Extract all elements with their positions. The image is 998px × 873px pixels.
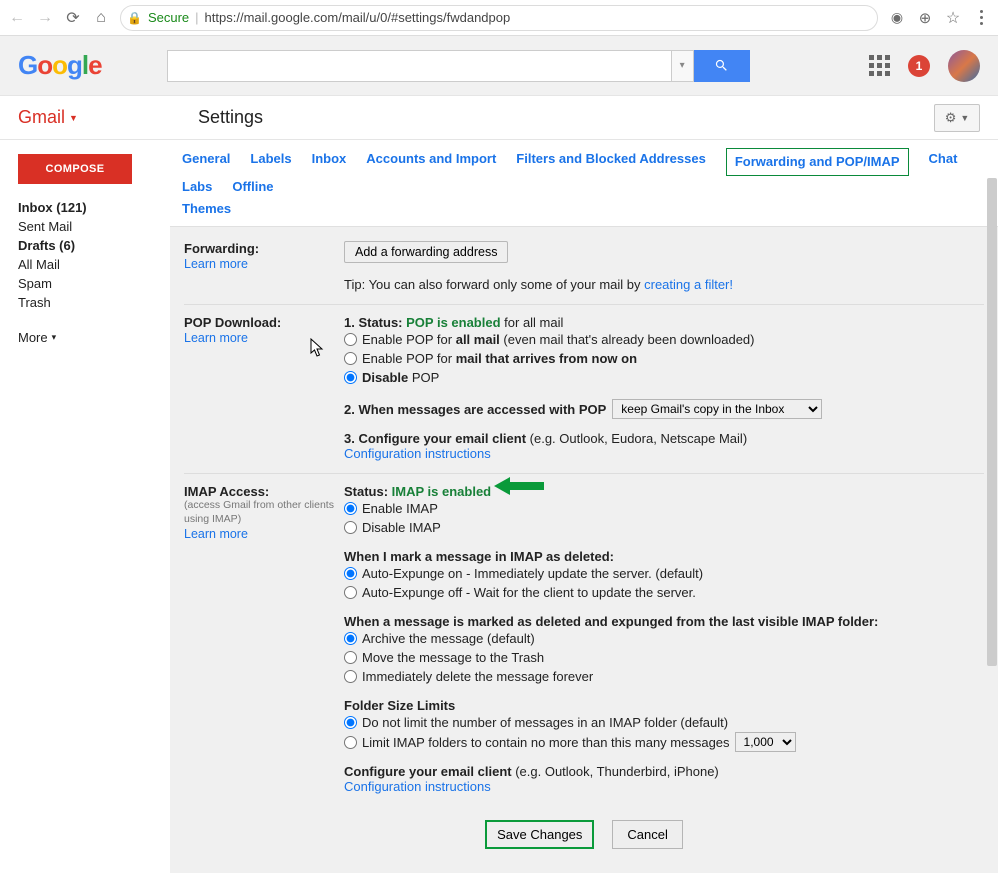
- sidebar: COMPOSE Inbox (121) Sent Mail Drafts (6)…: [0, 140, 170, 873]
- imap-delete-title: When I mark a message in IMAP as deleted…: [344, 549, 984, 564]
- sidebar-item-sent[interactable]: Sent Mail: [18, 219, 160, 234]
- tab-forwarding-pop-imap[interactable]: Forwarding and POP/IMAP: [726, 148, 909, 176]
- zoom-icon[interactable]: ⊕: [916, 9, 934, 27]
- tab-accounts[interactable]: Accounts and Import: [366, 148, 496, 176]
- gear-button[interactable]: ⚙ ▼: [934, 104, 980, 132]
- eye-icon[interactable]: ◉: [888, 9, 906, 27]
- notifications-badge[interactable]: 1: [908, 55, 930, 77]
- tab-themes[interactable]: Themes: [182, 198, 231, 220]
- sidebar-item-spam[interactable]: Spam: [18, 276, 160, 291]
- tab-chat[interactable]: Chat: [929, 148, 958, 176]
- folder-limit-select[interactable]: 1,000: [735, 732, 796, 752]
- pop-label: POP Download:: [184, 315, 344, 330]
- pop-config-link[interactable]: Configuration instructions: [344, 446, 491, 461]
- section-pop: POP Download: Learn more 1. Status: POP …: [184, 304, 984, 467]
- section-imap: IMAP Access: (access Gmail from other cl…: [184, 473, 984, 800]
- imap-hint: (access Gmail from other clients using I…: [184, 499, 344, 526]
- pop-access-select[interactable]: keep Gmail's copy in the Inbox: [612, 399, 822, 419]
- search-button[interactable]: [694, 50, 750, 82]
- tab-labs[interactable]: Labs: [182, 176, 212, 198]
- scrollbar[interactable]: [987, 178, 997, 666]
- tab-labels[interactable]: Labels: [250, 148, 291, 176]
- save-changes-button[interactable]: Save Changes: [485, 820, 594, 849]
- forwarding-tip: Tip: You can also forward only some of y…: [344, 277, 984, 292]
- page-title: Settings: [198, 107, 263, 128]
- pop-access-label: 2. When messages are accessed with POP: [344, 402, 606, 417]
- auto-expunge-on-radio[interactable]: [344, 567, 357, 580]
- sidebar-more[interactable]: More ▾: [18, 330, 160, 345]
- url-text: https://mail.google.com/mail/u/0/#settin…: [205, 10, 511, 25]
- browser-toolbar: ← → ⟳ ⌂ 🔒 Secure | https://mail.google.c…: [0, 0, 998, 36]
- pop-learn-more[interactable]: Learn more: [184, 331, 248, 345]
- folder-limits-title: Folder Size Limits: [344, 698, 984, 713]
- tab-filters[interactable]: Filters and Blocked Addresses: [516, 148, 706, 176]
- sidebar-item-trash[interactable]: Trash: [18, 295, 160, 310]
- avatar[interactable]: [948, 50, 980, 82]
- sub-header: Gmail ▼ Settings ⚙ ▼: [0, 96, 998, 140]
- imap-learn-more[interactable]: Learn more: [184, 527, 248, 541]
- folder-limit-radio[interactable]: [344, 736, 357, 749]
- imap-status: IMAP is enabled: [392, 484, 491, 499]
- secure-label: Secure: [148, 10, 189, 25]
- folder-nolimit-radio[interactable]: [344, 716, 357, 729]
- settings-tabs: General Labels Inbox Accounts and Import…: [170, 140, 998, 226]
- search-input[interactable]: [167, 50, 672, 82]
- create-filter-link[interactable]: creating a filter!: [644, 277, 733, 292]
- imap-config-link[interactable]: Configuration instructions: [344, 779, 491, 794]
- menu-icon[interactable]: [972, 9, 990, 27]
- star-icon[interactable]: ☆: [944, 9, 962, 27]
- forward-icon[interactable]: →: [36, 9, 54, 27]
- forwarding-learn-more[interactable]: Learn more: [184, 257, 248, 271]
- save-bar: Save Changes Cancel: [184, 820, 984, 849]
- gmail-dropdown[interactable]: Gmail ▼: [18, 107, 78, 128]
- imap-expunge-title: When a message is marked as deleted and …: [344, 614, 984, 629]
- content: General Labels Inbox Accounts and Import…: [170, 140, 998, 873]
- compose-button[interactable]: COMPOSE: [18, 154, 132, 184]
- sidebar-item-inbox[interactable]: Inbox (121): [18, 200, 160, 215]
- home-icon[interactable]: ⌂: [92, 9, 110, 27]
- imap-enable-radio[interactable]: [344, 502, 357, 515]
- archive-radio[interactable]: [344, 632, 357, 645]
- pop-enable-all-radio[interactable]: [344, 333, 357, 346]
- caret-down-icon: ▼: [69, 113, 78, 123]
- caret-down-icon: ▼: [960, 113, 969, 123]
- tab-offline[interactable]: Offline: [232, 176, 273, 198]
- search-icon: [714, 58, 729, 73]
- search-dropdown-icon[interactable]: ▾: [672, 50, 694, 82]
- sidebar-item-drafts[interactable]: Drafts (6): [18, 238, 160, 253]
- arrow-icon: [494, 475, 544, 497]
- section-forwarding: Forwarding: Learn more Add a forwarding …: [184, 235, 984, 298]
- gear-icon: ⚙: [945, 110, 957, 126]
- lock-icon: 🔒: [127, 11, 142, 25]
- imap-disable-radio[interactable]: [344, 521, 357, 534]
- delete-forever-radio[interactable]: [344, 670, 357, 683]
- google-header: Google ▾ 1: [0, 36, 998, 96]
- sidebar-item-allmail[interactable]: All Mail: [18, 257, 160, 272]
- pop-disable-radio[interactable]: [344, 371, 357, 384]
- pop-enable-new-radio[interactable]: [344, 352, 357, 365]
- pop-status: POP is enabled: [406, 315, 500, 330]
- auto-expunge-off-radio[interactable]: [344, 586, 357, 599]
- trash-radio[interactable]: [344, 651, 357, 664]
- google-logo[interactable]: Google: [18, 50, 102, 81]
- tab-general[interactable]: General: [182, 148, 230, 176]
- add-forwarding-button[interactable]: Add a forwarding address: [344, 241, 508, 263]
- reload-icon[interactable]: ⟳: [64, 9, 82, 27]
- imap-label: IMAP Access:: [184, 484, 344, 499]
- url-bar[interactable]: 🔒 Secure | https://mail.google.com/mail/…: [120, 5, 878, 31]
- forwarding-label: Forwarding:: [184, 241, 344, 256]
- cancel-button[interactable]: Cancel: [612, 820, 682, 849]
- apps-icon[interactable]: [869, 55, 890, 76]
- tab-inbox[interactable]: Inbox: [312, 148, 347, 176]
- back-icon[interactable]: ←: [8, 9, 26, 27]
- caret-down-icon: ▾: [52, 332, 57, 343]
